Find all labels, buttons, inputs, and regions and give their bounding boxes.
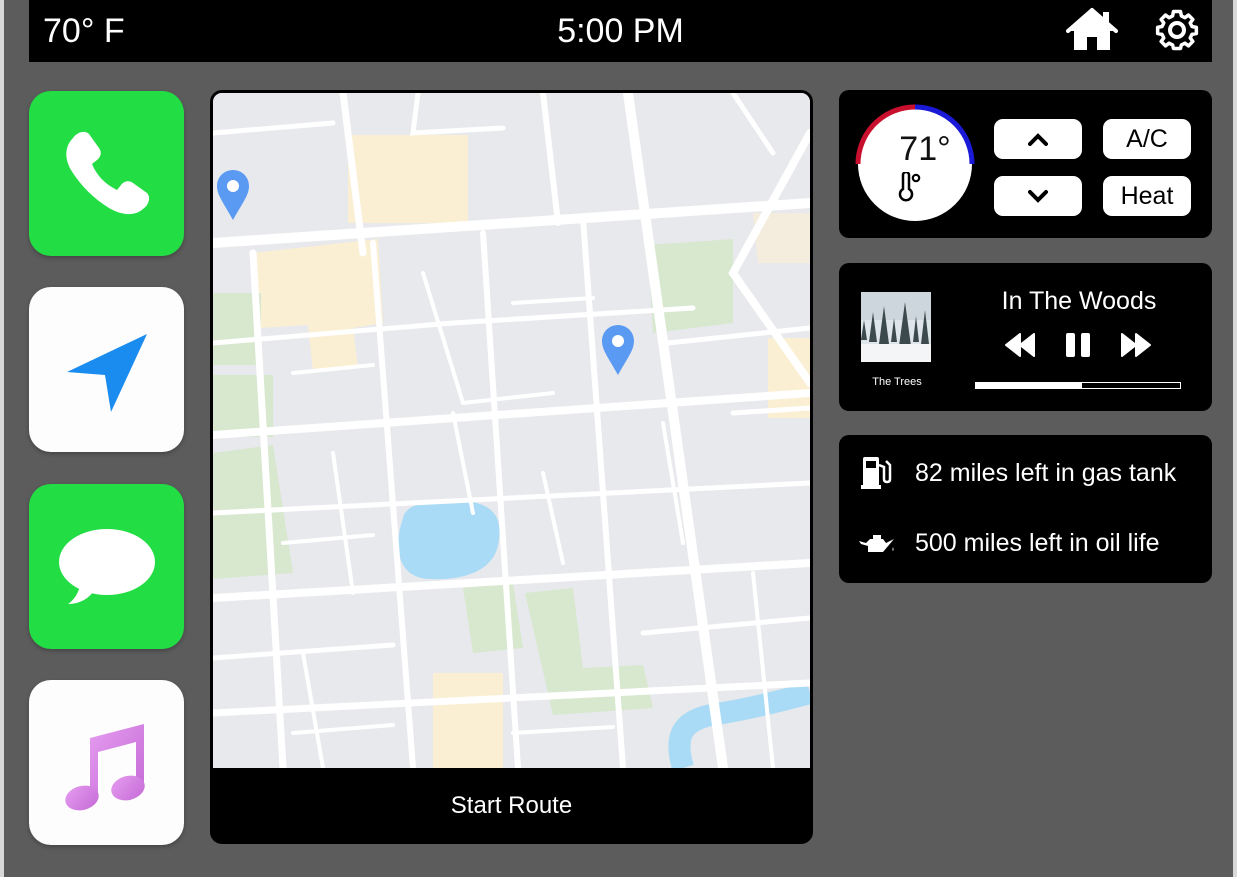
oil-life-row: 500 miles left in oil life [859, 525, 1160, 561]
rewind-icon[interactable] [1004, 330, 1036, 360]
status-bar: 70° F 5:00 PM [29, 0, 1212, 62]
music-app-button[interactable] [29, 680, 184, 845]
music-note-icon [64, 723, 145, 810]
messages-app-button[interactable] [29, 484, 184, 649]
album-name: The Trees [872, 376, 922, 388]
fast-forward-icon[interactable] [1120, 330, 1152, 360]
oil-life-text: 500 miles left in oil life [915, 528, 1160, 557]
frame-edge-right [1233, 0, 1237, 877]
street-map [213, 93, 810, 768]
gas-range-text: 82 miles left in gas tank [915, 458, 1177, 487]
start-route-button[interactable]: Start Route [210, 768, 813, 844]
vehicle-info-card: 82 miles left in gas tank 500 miles left… [839, 435, 1212, 583]
song-title: In The Woods [1001, 287, 1157, 315]
gas-range-row: 82 miles left in gas tank [859, 455, 1176, 491]
clock: 5:00 PM [557, 12, 684, 50]
temp-up-button[interactable] [994, 119, 1082, 159]
map-view[interactable] [213, 93, 810, 768]
gear-icon [1155, 9, 1199, 51]
progress-remaining [1082, 383, 1180, 388]
navigation-arrow-icon [66, 333, 147, 412]
heat-button[interactable]: Heat [1103, 176, 1191, 216]
thermometer-icon [898, 172, 921, 202]
album-art[interactable] [861, 292, 931, 362]
climate-card: 71° A/C Heat [839, 90, 1212, 238]
set-temperature: 71° [899, 130, 951, 168]
frame-edge-left [0, 0, 4, 877]
gas-pump-icon [861, 457, 892, 489]
home-button[interactable] [1066, 7, 1118, 53]
pause-icon[interactable] [1064, 330, 1092, 360]
ac-button[interactable]: A/C [1103, 119, 1191, 159]
outside-temperature: 70° F [43, 12, 125, 50]
chevron-up-icon [1028, 133, 1048, 146]
oil-can-icon [859, 535, 894, 552]
chevron-down-icon [1028, 190, 1048, 203]
message-bubble-icon [58, 528, 155, 604]
now-playing-card: The Trees In The Woods [839, 263, 1212, 411]
phone-icon [65, 131, 149, 214]
playback-progress-bar[interactable] [975, 382, 1181, 389]
phone-app-button[interactable] [29, 91, 184, 256]
navigation-app-button[interactable] [29, 287, 184, 452]
temp-down-button[interactable] [994, 176, 1082, 216]
home-icon [1066, 8, 1118, 50]
settings-button[interactable] [1153, 7, 1201, 53]
map-panel: Start Route [210, 90, 813, 844]
